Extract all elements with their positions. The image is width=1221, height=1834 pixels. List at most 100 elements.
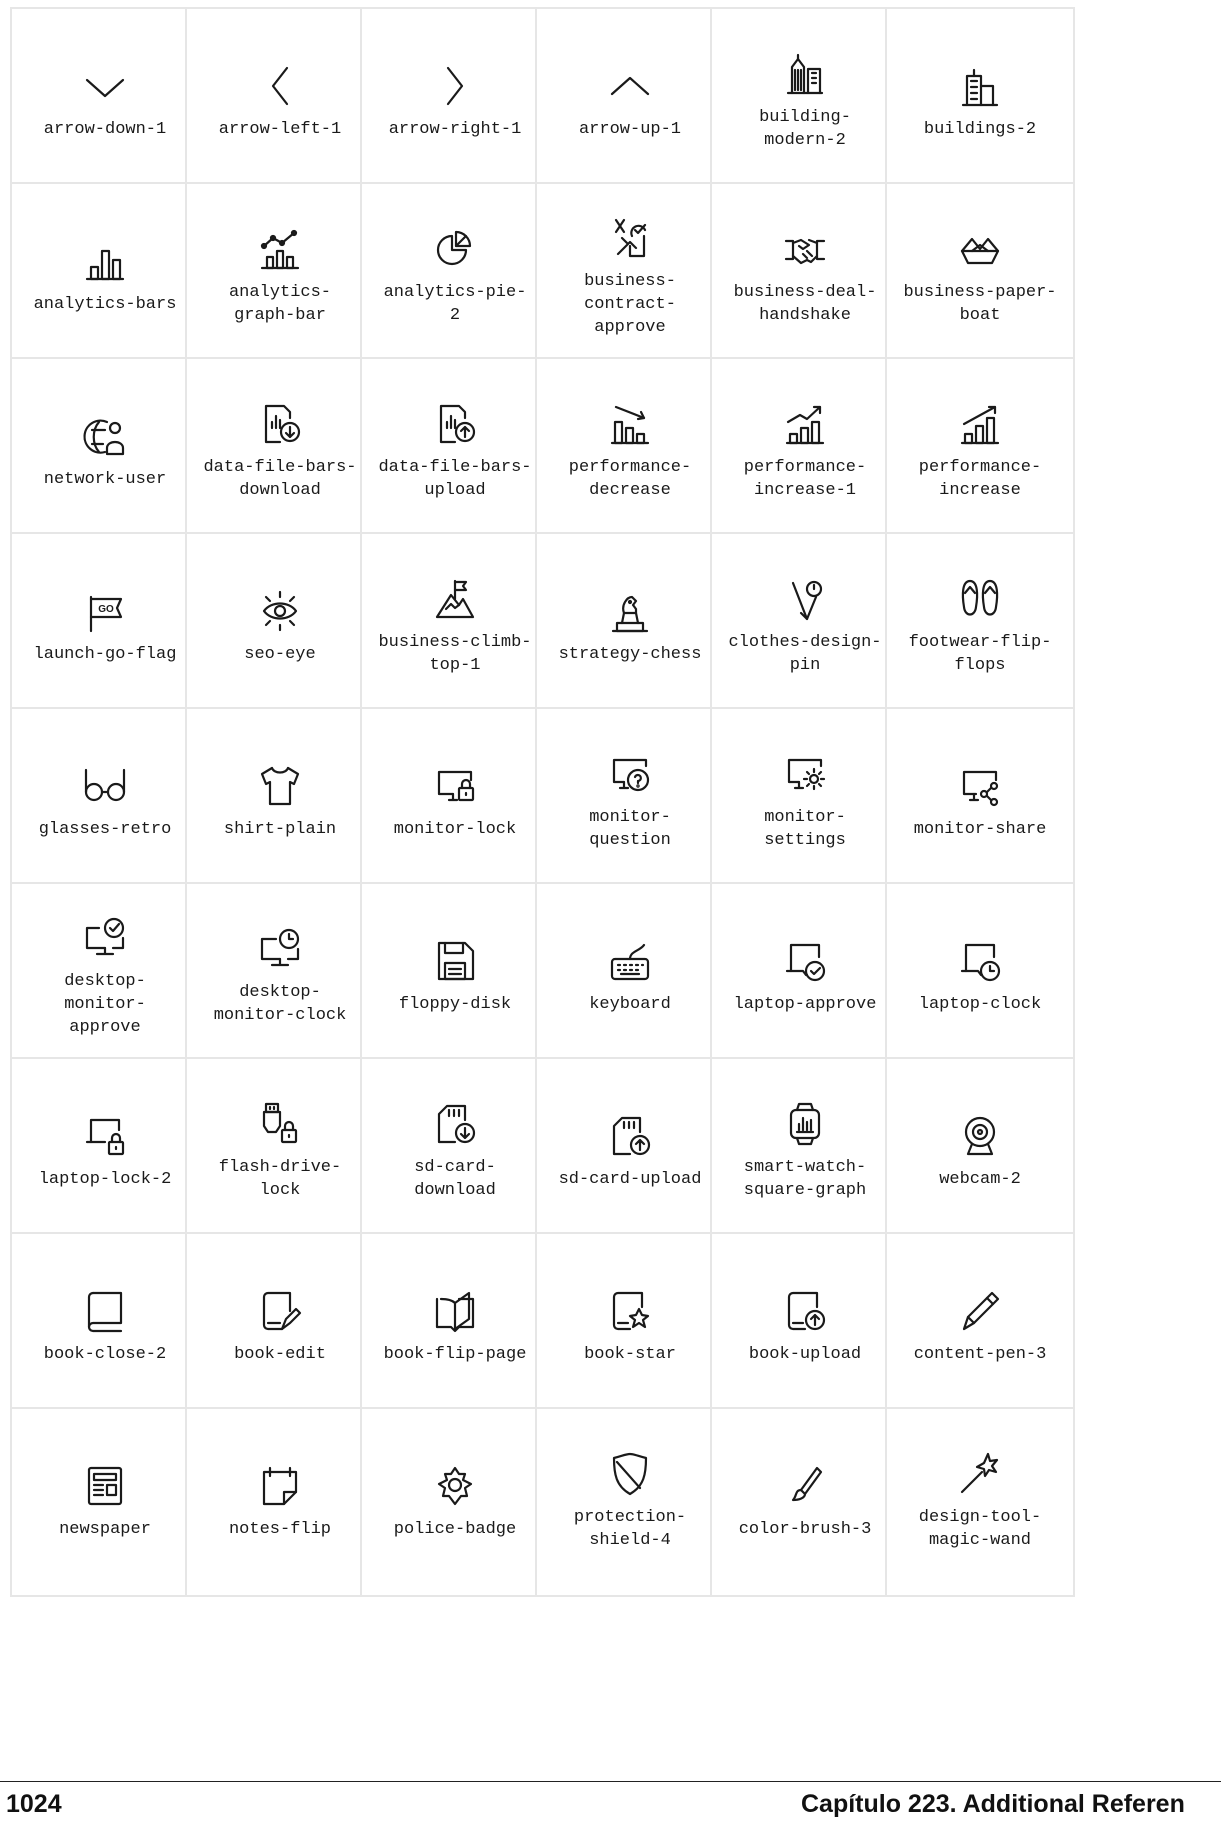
icon-label: police-badge — [393, 1519, 517, 1539]
icon-card: buildings-2 — [885, 7, 1075, 197]
icon-card: analytics-bars — [10, 182, 200, 372]
icon-label: performance- increase-1 — [743, 458, 867, 500]
icon-label: arrow-up-1 — [578, 119, 682, 139]
icon-card: keyboard — [535, 882, 725, 1072]
monitor-question-icon — [608, 752, 652, 796]
icon-label: book-close-2 — [43, 1344, 167, 1364]
icon-card: flash-drive- lock — [185, 1057, 375, 1247]
arrow-left-1-icon — [258, 64, 302, 108]
icon-label: book-flip-page — [383, 1344, 527, 1364]
strategy-chess-icon — [608, 589, 652, 633]
icon-label: color-brush-3 — [738, 1519, 872, 1539]
keyboard-icon — [608, 939, 652, 983]
desktop-monitor-clock-icon — [258, 927, 302, 971]
notes-flip-icon — [258, 1464, 302, 1508]
icon-card: desktop- monitor- approve — [10, 882, 200, 1072]
building-modern-2-icon — [783, 52, 827, 96]
icon-card: performance- decrease — [535, 357, 725, 547]
book-flip-page-icon — [433, 1289, 477, 1333]
icon-card: business-deal- handshake — [710, 182, 900, 372]
icon-card: smart-watch- square-graph — [710, 1057, 900, 1247]
buildings-2-icon — [958, 64, 1002, 108]
chapter-title: Capítulo 223. Additional Referen — [801, 1790, 1185, 1818]
icon-card: newspaper — [10, 1407, 200, 1597]
footer-rule — [0, 1781, 1221, 1782]
monitor-lock-icon — [433, 764, 477, 808]
icon-card: seo-eye — [185, 532, 375, 722]
icon-card: police-badge — [360, 1407, 550, 1597]
icon-card: monitor- question — [535, 707, 725, 897]
icon-label: business-paper- boat — [903, 283, 1057, 325]
glasses-retro-icon — [83, 764, 127, 808]
icon-card: footwear-flip- flops — [885, 532, 1075, 722]
icon-card: laptop-clock — [885, 882, 1075, 1072]
icon-label: arrow-right-1 — [388, 119, 522, 139]
launch-go-flag-icon: GO — [83, 589, 127, 633]
icon-label: shirt-plain — [223, 819, 337, 839]
page-number: 1024 — [6, 1790, 62, 1818]
design-tool-magic-wand-icon — [958, 1452, 1002, 1496]
icon-label: monitor-lock — [393, 819, 517, 839]
icon-label: building- modern-2 — [759, 108, 851, 150]
clothes-design-pin-icon — [783, 577, 827, 621]
laptop-lock-2-icon — [83, 1114, 127, 1158]
flash-drive-lock-icon — [258, 1102, 302, 1146]
icon-label: buildings-2 — [923, 119, 1037, 139]
icon-card: content-pen-3 — [885, 1232, 1075, 1422]
svg-text:GO: GO — [98, 604, 114, 615]
icon-card: analytics- graph-bar — [185, 182, 375, 372]
icon-label: floppy-disk — [398, 994, 512, 1014]
performance-increase-icon — [958, 402, 1002, 446]
icon-label: arrow-down-1 — [43, 119, 167, 139]
analytics-bars-icon — [83, 239, 127, 283]
laptop-clock-icon — [958, 939, 1002, 983]
book-close-2-icon — [83, 1289, 127, 1333]
icon-label: notes-flip — [228, 1519, 332, 1539]
performance-decrease-icon — [608, 402, 652, 446]
data-file-bars-upload-icon — [433, 402, 477, 446]
icon-label: content-pen-3 — [913, 1344, 1047, 1364]
icon-label: book-edit — [234, 1344, 326, 1364]
icon-card: sd-card- download — [360, 1057, 550, 1247]
icon-card: book-edit — [185, 1232, 375, 1422]
icon-card: data-file-bars- upload — [360, 357, 550, 547]
icon-card: sd-card-upload — [535, 1057, 725, 1247]
police-badge-icon — [433, 1464, 477, 1508]
icon-label: monitor-share — [913, 819, 1047, 839]
icon-card: webcam-2 — [885, 1057, 1075, 1247]
icon-label: newspaper — [59, 1519, 151, 1539]
icon-label: network-user — [43, 469, 167, 489]
icon-card: shirt-plain — [185, 707, 375, 897]
arrow-up-1-icon — [608, 64, 652, 108]
icon-label: sd-card-upload — [558, 1169, 702, 1189]
icon-label: laptop-clock — [918, 994, 1042, 1014]
monitor-share-icon — [958, 764, 1002, 808]
icon-label: monitor- settings — [764, 808, 846, 850]
icon-card: laptop-approve — [710, 882, 900, 1072]
icon-card: design-tool- magic-wand — [885, 1407, 1075, 1597]
webcam-2-icon — [958, 1114, 1002, 1158]
smart-watch-square-graph-icon — [783, 1102, 827, 1146]
icon-card: arrow-up-1 — [535, 7, 725, 197]
icon-card: book-flip-page — [360, 1232, 550, 1422]
icon-card: business-climb- top-1 — [360, 532, 550, 722]
icon-label: business- contract- approve — [584, 271, 676, 337]
icon-label: strategy-chess — [558, 644, 702, 664]
icon-card: GO launch-go-flag — [10, 532, 200, 722]
icon-card: business-paper- boat — [885, 182, 1075, 372]
icon-card: floppy-disk — [360, 882, 550, 1072]
icon-card: book-close-2 — [10, 1232, 200, 1422]
icon-label: book-upload — [748, 1344, 862, 1364]
icon-card: performance- increase — [885, 357, 1075, 547]
monitor-settings-icon — [783, 752, 827, 796]
icon-label: analytics-pie- 2 — [383, 283, 527, 325]
floppy-disk-icon — [433, 939, 477, 983]
icon-label: performance- increase — [918, 458, 1042, 500]
icon-label: data-file-bars- download — [203, 458, 357, 500]
newspaper-icon — [83, 1464, 127, 1508]
icon-label: analytics-bars — [33, 294, 177, 314]
icon-label: data-file-bars- upload — [378, 458, 532, 500]
icon-card: arrow-down-1 — [10, 7, 200, 197]
icon-card: desktop- monitor-clock — [185, 882, 375, 1072]
icon-card: analytics-pie- 2 — [360, 182, 550, 372]
